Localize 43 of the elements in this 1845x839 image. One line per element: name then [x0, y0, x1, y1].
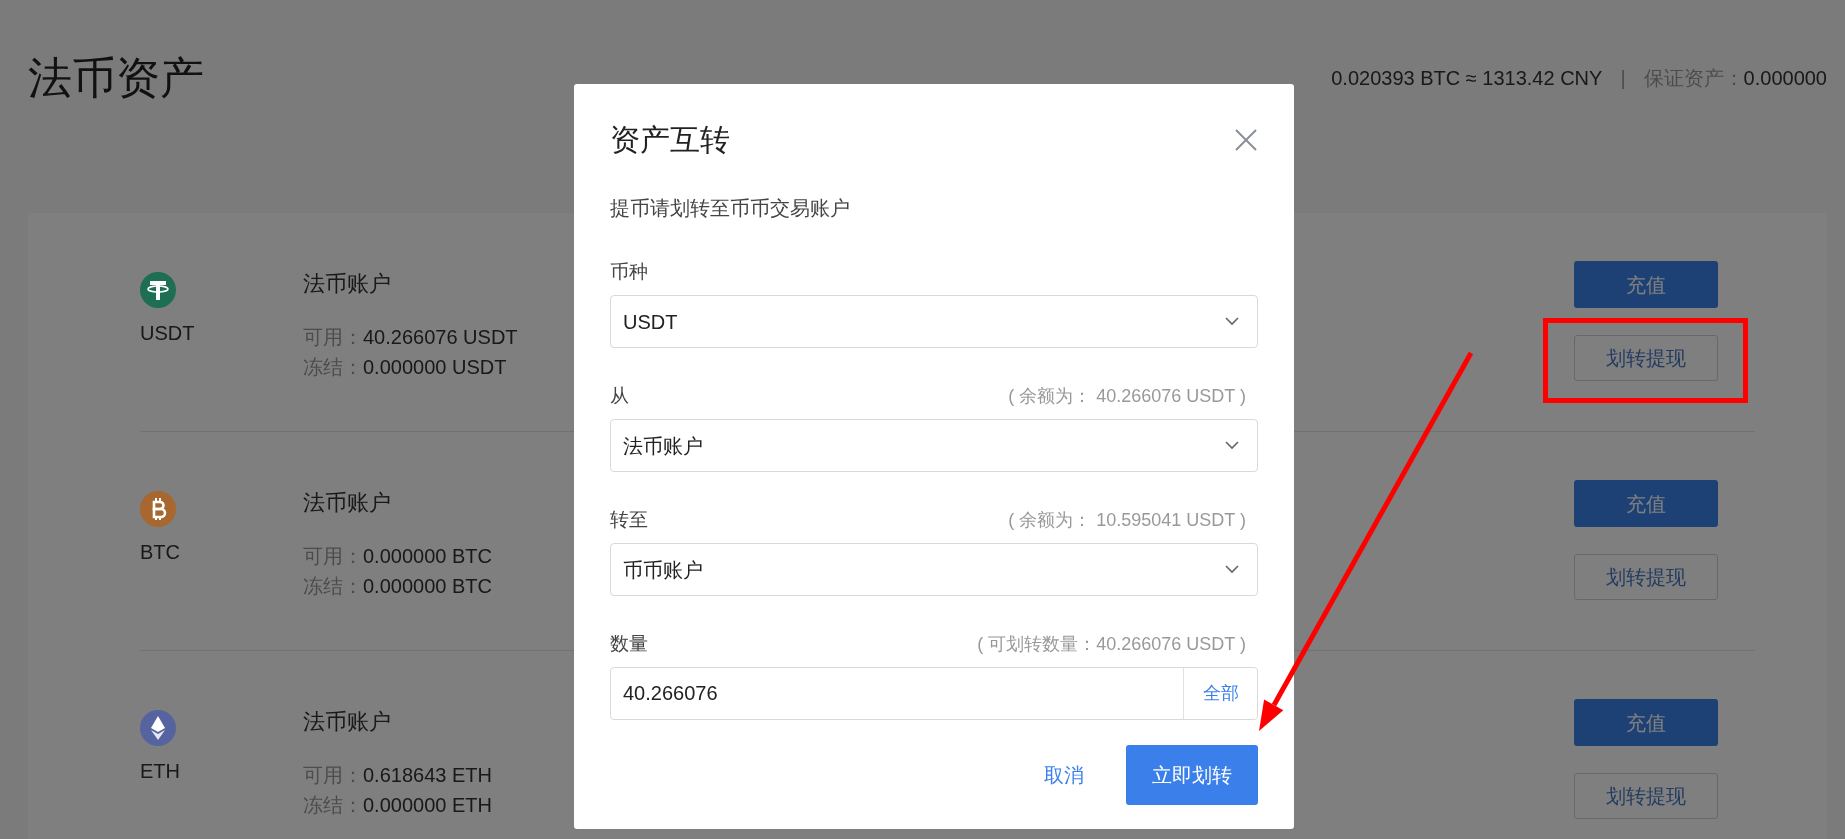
confirm-transfer-button[interactable]: 立即划转	[1126, 745, 1258, 805]
transfer-withdraw-button[interactable]: 划转提现	[1574, 554, 1718, 600]
account-name: 法币账户	[303, 271, 391, 296]
balance-hint: ( 余额为： 40.266076 USDT )	[1008, 385, 1247, 408]
amount-field[interactable]: 40.266076 全部	[610, 667, 1258, 720]
separator: |	[1620, 66, 1626, 91]
total-assets-value: 0.020393 BTC ≈ 1313.42 CNY	[1331, 66, 1603, 91]
available-amount: 0.000000 BTC	[363, 544, 492, 569]
account-name: 法币账户	[303, 709, 391, 734]
deposit-button[interactable]: 充值	[1574, 699, 1718, 746]
balance-hint: ( 余额为： 10.595041 USDT )	[1008, 509, 1247, 532]
page-title: 法币资产	[28, 52, 204, 104]
dialog-title: 资产互转	[610, 122, 730, 158]
account-name: 法币账户	[303, 490, 391, 515]
frozen-amount: 0.000000 ETH	[363, 793, 492, 818]
coin-symbol: USDT	[140, 321, 196, 346]
frozen-amount: 0.000000 BTC	[363, 574, 492, 599]
margin-assets-value: 0.000000	[1743, 66, 1827, 91]
coin-symbol: BTC	[140, 540, 181, 565]
cancel-button[interactable]: 取消	[1044, 752, 1084, 798]
coin-symbol: ETH	[140, 759, 181, 784]
available-amount: 40.266076 USDT	[363, 325, 518, 350]
available-amount: 0.618643 ETH	[363, 763, 492, 788]
all-button[interactable]: 全部	[1183, 668, 1257, 719]
field-label: 从	[610, 384, 629, 408]
field-label: 数量	[610, 632, 648, 656]
transfer-withdraw-button[interactable]: 划转提现	[1574, 335, 1718, 381]
select-field[interactable]: 法币账户	[610, 419, 1258, 472]
chevron-down-icon	[1225, 441, 1239, 450]
chevron-down-icon	[1225, 565, 1239, 574]
frozen-amount: 0.000000 USDT	[363, 355, 507, 380]
transfer-withdraw-button[interactable]: 划转提现	[1574, 773, 1718, 819]
deposit-button[interactable]: 充值	[1574, 480, 1718, 527]
chevron-down-icon	[1225, 317, 1239, 326]
amount-input[interactable]: 40.266076	[611, 668, 1183, 719]
select-field[interactable]: USDT	[610, 295, 1258, 348]
field-label: 币种	[610, 260, 648, 284]
select-field[interactable]: 币币账户	[610, 543, 1258, 596]
balance-hint: ( 可划转数量：40.266076 USDT )	[977, 633, 1247, 656]
close-icon[interactable]	[1234, 128, 1258, 152]
dialog-note: 提币请划转至币币交易账户	[610, 196, 851, 221]
deposit-button[interactable]: 充值	[1574, 261, 1718, 308]
field-label: 转至	[610, 508, 648, 532]
